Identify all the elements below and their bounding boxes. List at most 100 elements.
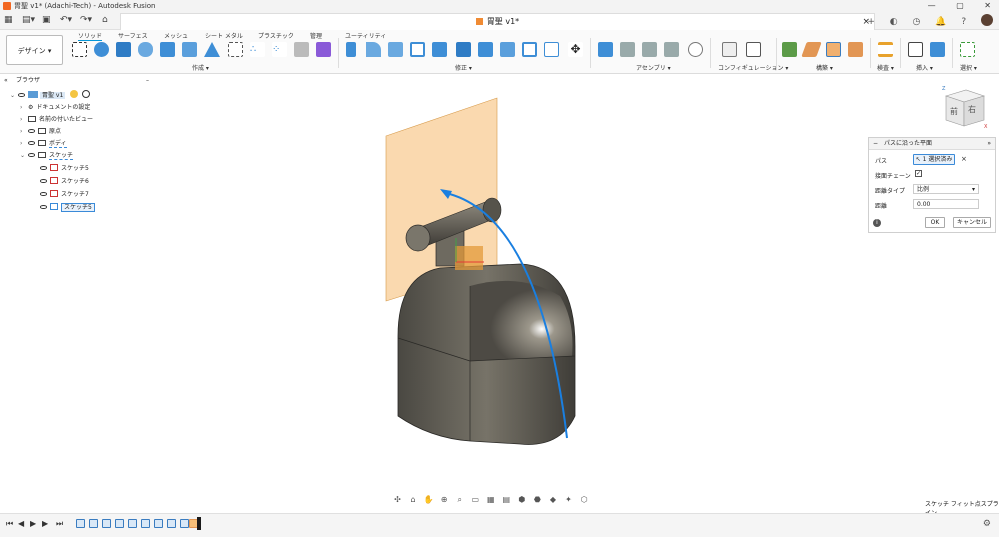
viewcube[interactable]: 前 右 Z X [936, 82, 990, 134]
mirror-icon[interactable]: ⁘ [272, 42, 287, 57]
joint-icon[interactable] [620, 42, 635, 57]
zoom-icon[interactable]: ⊕ [439, 494, 450, 505]
cylinder-end[interactable] [405, 224, 431, 252]
tab-mesh[interactable]: メッシュ [164, 31, 188, 40]
select-icon[interactable] [960, 42, 975, 57]
new-component-assembly-icon[interactable] [598, 42, 613, 57]
tab-sheet-metal[interactable]: シート メタル [205, 31, 243, 40]
chamfer-icon[interactable] [388, 42, 403, 57]
emboss-icon[interactable] [294, 42, 309, 57]
viewports-icon[interactable]: ▤ [501, 494, 512, 505]
shell-icon[interactable] [410, 42, 425, 57]
tab-solid[interactable]: ソリッド [78, 31, 103, 41]
new-tab-icon[interactable]: + [867, 17, 875, 27]
insert-canvas-icon[interactable] [930, 42, 945, 57]
loft-icon[interactable] [182, 42, 197, 57]
insert-derive-icon[interactable] [908, 42, 923, 57]
clear-selection-icon[interactable]: × [961, 155, 967, 163]
timeline-feature[interactable] [102, 519, 111, 528]
orbit-icon[interactable]: ✣ [392, 494, 403, 505]
shaded-icon[interactable]: ⬣ [532, 494, 543, 505]
group-modify[interactable]: 修正 ▾ [455, 63, 472, 72]
extensions-icon[interactable]: ◐ [890, 17, 898, 27]
plane-at-angle-icon[interactable] [801, 42, 822, 57]
measure-icon[interactable] [878, 42, 893, 57]
rib-icon[interactable] [204, 42, 220, 57]
create-sketch-icon[interactable] [72, 42, 87, 57]
look-at-icon[interactable]: ⌂ [408, 494, 419, 505]
object-visibility-icon[interactable]: ⬡ [579, 494, 590, 505]
distance-type-select[interactable]: 比例 ▾ [913, 184, 979, 194]
tab-utility[interactable]: ユーティリティ [345, 31, 386, 40]
motion-link-icon[interactable] [688, 42, 703, 57]
distance-input[interactable]: 0.00 [913, 199, 979, 209]
go-to-end-icon[interactable]: ⏭ [56, 519, 63, 529]
path-selection-button[interactable]: ↖ 1 選択済み [913, 154, 955, 165]
group-select[interactable]: 選択 ▾ [960, 63, 977, 72]
tab-plastic[interactable]: プラスチック [258, 31, 294, 40]
maximize-button[interactable]: ▢ [956, 1, 964, 10]
sweep-icon[interactable] [160, 42, 175, 57]
press-pull-icon[interactable] [346, 42, 356, 57]
move-copy-icon[interactable]: ✥ [568, 42, 583, 57]
timeline-feature[interactable] [89, 519, 98, 528]
canvas-viewport[interactable] [0, 76, 999, 496]
effects-icon[interactable]: ✦ [563, 494, 574, 505]
group-construct[interactable]: 構築 ▾ [816, 63, 833, 72]
replace-face-icon[interactable] [544, 42, 559, 57]
play-icon[interactable]: ▶ [30, 519, 36, 528]
offset-face-icon[interactable] [522, 42, 537, 57]
expand-dialog-icon[interactable]: » [987, 138, 991, 150]
group-create[interactable]: 作成 ▾ [192, 63, 209, 72]
group-insert[interactable]: 挿入 ▾ [916, 63, 933, 72]
group-assembly[interactable]: アセンブリ ▾ [636, 63, 671, 72]
plane-along-path-icon[interactable] [826, 42, 841, 57]
job-status-icon[interactable]: ◷ [913, 17, 921, 27]
derive-icon[interactable] [228, 42, 243, 57]
collapse-dialog-icon[interactable]: − [873, 140, 878, 147]
tangent-plane-icon[interactable] [848, 42, 863, 57]
tab-manage[interactable]: 管理 [310, 31, 322, 40]
timeline-feature[interactable] [115, 519, 124, 528]
file-menu-icon[interactable]: ▤▾ [22, 15, 35, 25]
timeline-feature[interactable] [128, 519, 137, 528]
fit-icon[interactable]: ⌕ [454, 494, 465, 505]
joint-origin-icon[interactable] [664, 42, 679, 57]
info-icon[interactable]: i [873, 219, 881, 227]
home-icon[interactable]: ⌂ [102, 15, 108, 25]
document-tab[interactable]: 胃聖 v1* × [120, 13, 875, 30]
redo-icon[interactable]: ↷▾ [80, 15, 92, 25]
combine-icon[interactable] [478, 42, 493, 57]
step-forward-icon[interactable]: ▶ [42, 519, 48, 528]
group-configuration[interactable]: コンフィギュレーション ▾ [718, 63, 788, 72]
scale-icon[interactable] [456, 42, 471, 57]
grid-settings-icon[interactable]: ▦ [485, 494, 496, 505]
cancel-button[interactable]: キャンセル [953, 217, 991, 228]
pattern-icon[interactable]: ∴ [250, 42, 265, 57]
ok-button[interactable]: OK [925, 217, 945, 228]
form-icon[interactable] [94, 42, 109, 57]
timeline-feature[interactable] [76, 519, 85, 528]
visual-style-icon[interactable]: ⬢ [516, 494, 527, 505]
timeline-settings-icon[interactable]: ⚙ [983, 519, 991, 529]
avatar[interactable] [981, 14, 993, 26]
go-to-start-icon[interactable]: ⏮ [6, 519, 13, 529]
notifications-icon[interactable]: 🔔 [935, 17, 946, 27]
draft-icon[interactable] [432, 42, 447, 57]
minimize-button[interactable]: — [928, 1, 936, 10]
workspace-switcher[interactable]: デザイン ▾ [6, 35, 63, 65]
help-icon[interactable]: ? [961, 17, 966, 27]
timeline-marker[interactable] [197, 517, 201, 530]
display-settings-icon[interactable]: ▭ [470, 494, 481, 505]
timeline-feature[interactable] [141, 519, 150, 528]
tab-surface[interactable]: サーフェス [118, 31, 148, 40]
save-icon[interactable]: ▣ [42, 15, 51, 25]
new-component-icon[interactable] [316, 42, 331, 57]
revolve-icon[interactable] [138, 42, 153, 57]
tangent-chain-checkbox[interactable]: ✓ [915, 170, 922, 177]
step-back-icon[interactable]: ◀ [18, 519, 24, 528]
configure-icon[interactable] [722, 42, 737, 57]
configuration-table-icon[interactable] [746, 42, 761, 57]
pan-icon[interactable]: ✋ [423, 494, 434, 505]
timeline-feature[interactable] [154, 519, 163, 528]
